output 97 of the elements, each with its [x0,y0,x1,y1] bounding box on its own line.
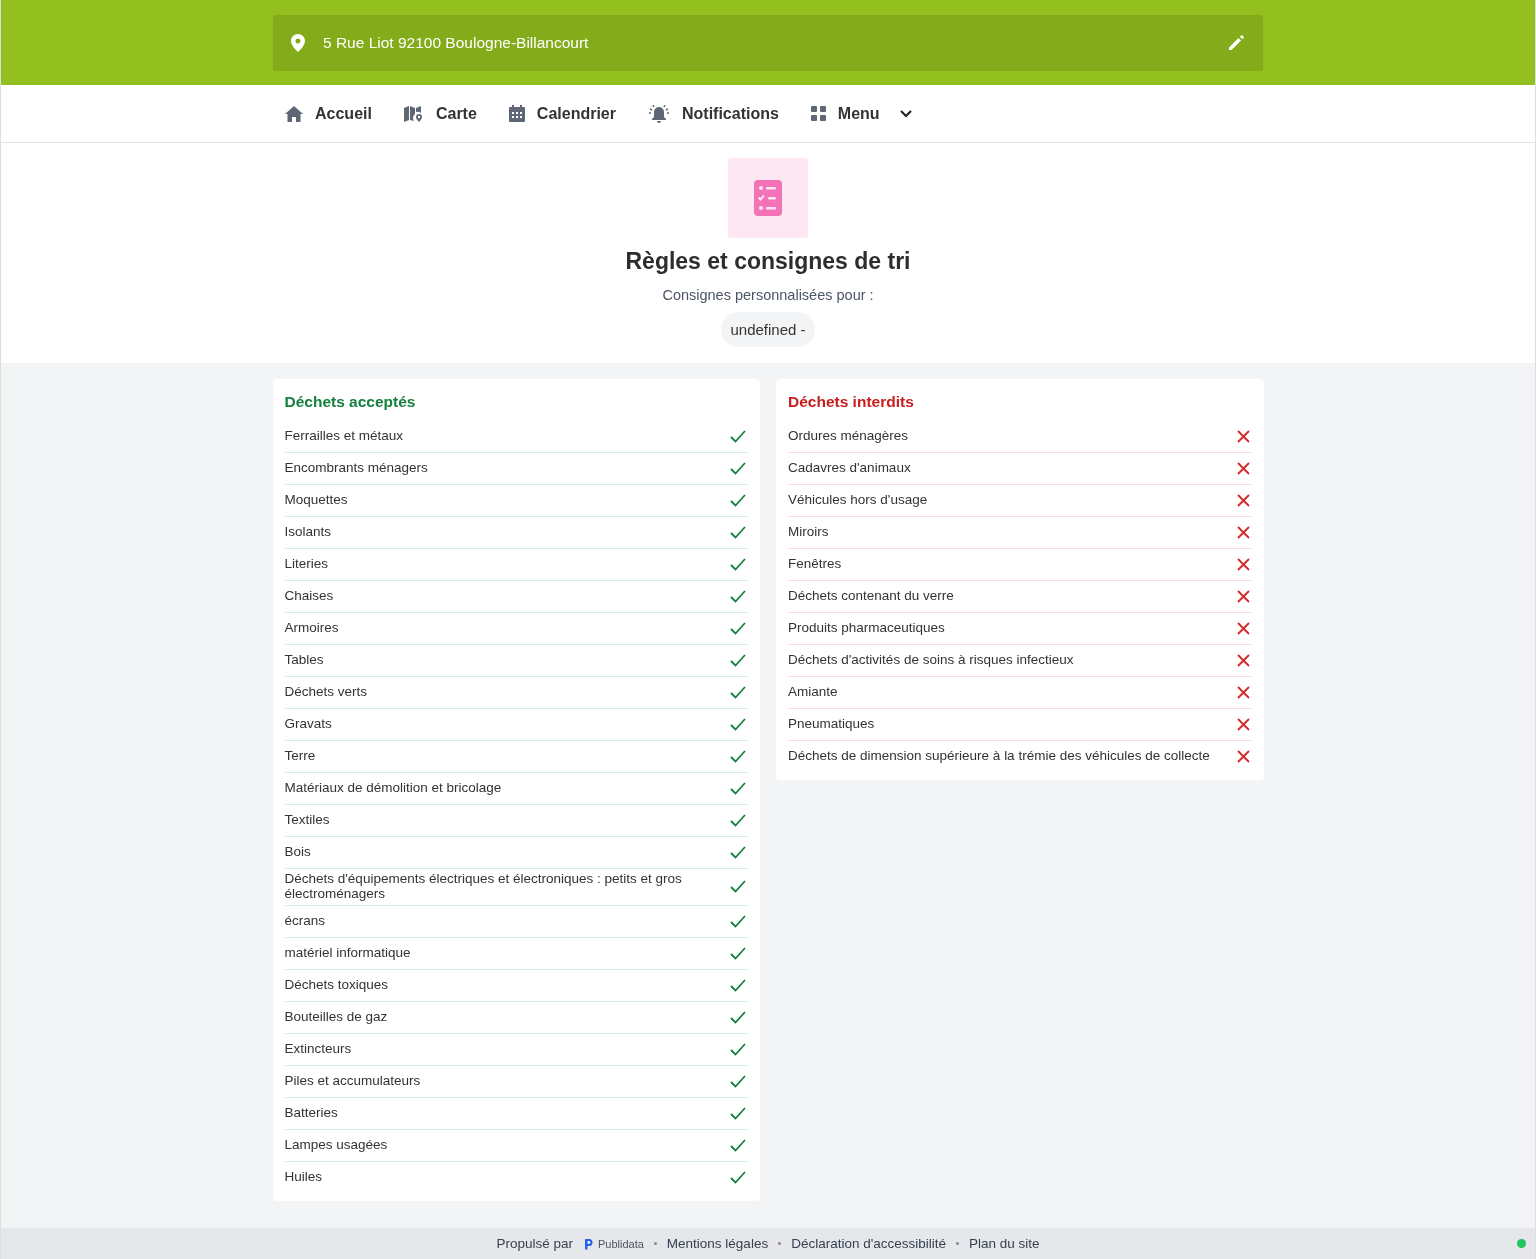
waste-item: Huiles [284,1167,322,1186]
check-icon [730,686,746,699]
waste-item: Textiles [284,811,330,830]
brand-logo-icon [582,1237,593,1250]
check-icon [730,526,746,539]
cross-icon [1236,750,1250,763]
cross-icon [1236,430,1250,443]
waste-item: Batteries [284,1103,338,1122]
check-icon [730,1074,746,1088]
powered-by-text: Propulsé par [496,1236,573,1251]
home-icon [285,105,303,122]
waste-item: Tables [284,651,324,670]
check-icon [730,718,746,731]
waste-item: Déchets d'équipements électriques et électroniques : petits et gros électroménagers [284,870,683,903]
waste-item: Lampes usagées [284,1135,388,1154]
check-icon [730,1170,746,1184]
waste-item: Extincteurs [284,1039,352,1058]
waste-item: Déchets contenant du verre [788,587,954,606]
waste-item: Cadavres d'animaux [788,459,911,478]
waste-item: écrans [284,911,326,930]
waste-item: Isolants [284,523,332,542]
check-icon [730,914,746,928]
waste-item: Déchets toxiques [284,975,389,994]
grid-icon [810,106,826,121]
waste-item: Pneumatiques [788,715,875,734]
check-icon [730,880,746,894]
waste-item: matériel informatique [284,943,411,962]
chevron-down-icon [899,109,912,118]
nav-link[interactable]: Accueil [285,104,372,123]
bell-icon [647,104,670,123]
card-title: Déchets acceptés [284,393,417,411]
footer-link[interactable]: Plan du site [969,1236,1040,1251]
subtitle: Consignes personnalisées pour : [662,287,874,303]
cross-icon [1236,462,1250,475]
waste-item: Ferrailles et métaux [284,427,404,446]
cross-icon [1236,558,1250,571]
waste-item: Piles et accumulateurs [284,1071,421,1090]
waste-item: Ordures ménagères [788,427,909,446]
check-icon [730,558,746,571]
map-pin-icon [403,104,424,123]
check-icon [730,846,746,859]
waste-item: Déchets d'activités de soins à risques infectieux [788,651,1074,670]
nav-link[interactable]: Menu [810,104,912,123]
waste-item: Produits pharmaceutiques [788,619,945,638]
waste-item: Amiante [788,683,838,702]
check-icon [730,622,746,635]
check-icon [730,978,746,992]
cross-icon [1236,526,1250,539]
cross-icon [1236,494,1250,507]
check-icon [730,1042,746,1056]
nav-link[interactable]: Calendrier [508,104,616,123]
waste-item: Véhicules hors d'usage [788,491,928,510]
brand-link[interactable]: Publidata [582,1237,644,1250]
footer-link[interactable]: Déclaration d'accessibilité [791,1236,947,1251]
checklist-icon [728,158,808,238]
waste-item: Matériaux de démolition et bricolage [284,779,502,798]
waste-item: Miroirs [788,523,829,542]
address-chip: undefined - [721,312,815,347]
waste-item: Moquettes [284,491,348,510]
cross-icon [1236,718,1250,731]
waste-item: Chaises [284,587,334,606]
waste-item: Fenêtres [788,555,842,574]
nav-link[interactable]: Carte [403,104,477,123]
waste-item: Terre [284,747,316,766]
check-icon [730,946,746,960]
address-text: 5 Rue Liot 92100 Boulogne-Billancourt [323,34,590,52]
check-icon [730,814,746,827]
check-icon [730,1010,746,1024]
check-icon [730,590,746,603]
footer-link[interactable]: Mentions légales [666,1236,769,1251]
cross-icon [1236,590,1250,603]
check-icon [730,462,746,475]
check-icon [730,494,746,507]
check-icon [730,1138,746,1152]
check-icon [730,782,746,795]
waste-item: Bouteilles de gaz [284,1007,388,1026]
cross-icon [1236,622,1250,635]
waste-item: Déchets verts [284,683,368,702]
page-title: Règles et consignes de tri [625,248,911,275]
waste-item: Déchets de dimension supérieure à la trémie des véhicules de collecte [788,747,1210,766]
check-icon [730,750,746,763]
waste-item: Bois [284,843,311,862]
status-dot-icon [1517,1239,1526,1248]
nav-link[interactable]: Notifications [647,104,779,123]
waste-item: Encombrants ménagers [284,459,428,478]
card-title: Déchets interdits [788,393,915,411]
location-pin-icon [291,34,305,52]
waste-item: Armoires [284,619,339,638]
check-icon [730,430,746,443]
check-icon [730,1106,746,1120]
waste-item: Gravats [284,715,332,734]
waste-item: Literies [284,555,329,574]
calendar-icon [508,105,525,122]
cross-icon [1236,654,1250,667]
cross-icon [1236,686,1250,699]
check-icon [730,654,746,667]
edit-icon[interactable] [1227,34,1245,52]
